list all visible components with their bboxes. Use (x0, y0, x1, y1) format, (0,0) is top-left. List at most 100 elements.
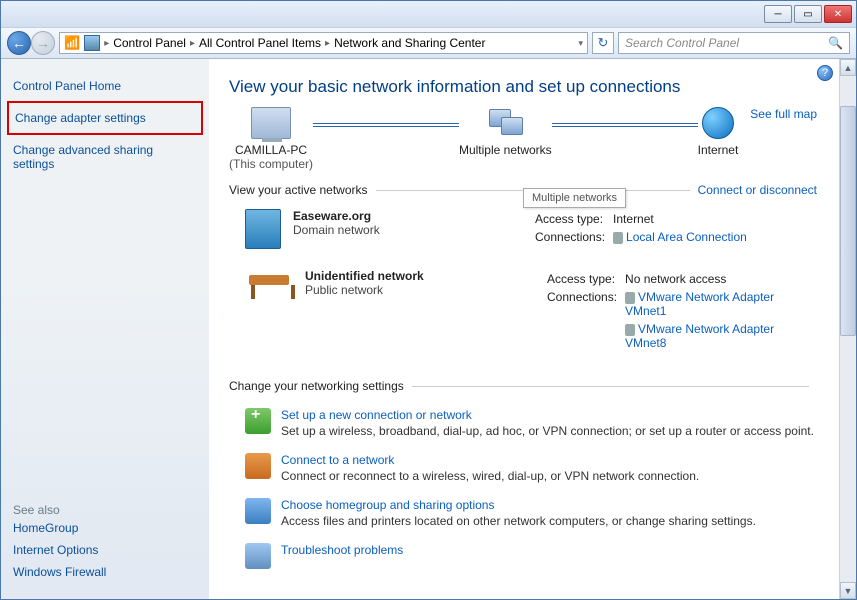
page-title: View your basic network information and … (229, 77, 817, 97)
window: ─ ▭ ✕ ← → 📶 ▸ Control Panel ▸ All Contro… (0, 0, 857, 600)
highlighted-link-box: Change adapter settings (7, 101, 203, 135)
setting-desc: Connect or reconnect to a wireless, wire… (281, 469, 699, 483)
sidebar-internet-options-link[interactable]: Internet Options (13, 539, 197, 561)
homegroup-sharing-icon (245, 498, 271, 524)
connection-link[interactable]: VMware Network Adapter VMnet8 (625, 322, 774, 350)
section-label: Change your networking settings (229, 379, 404, 393)
map-connector (552, 123, 698, 127)
connect-network-icon (245, 453, 271, 479)
tooltip: Multiple networks (523, 188, 626, 208)
connection-link[interactable]: VMware Network Adapter VMnet1 (625, 290, 774, 318)
access-type-value: No network access (625, 271, 815, 287)
network-details: Access type: No network access Connectio… (545, 269, 817, 353)
node-sublabel: (This computer) (229, 157, 313, 171)
change-settings-header: Change your networking settings (229, 379, 817, 393)
settings-list: Set up a new connection or network Set u… (229, 403, 817, 579)
network-details: Access type: Internet Connections: Local… (533, 209, 817, 247)
breadcrumb-sep: ▸ (104, 38, 109, 49)
connections-label: Connections: (535, 229, 611, 245)
setting-item: Choose homegroup and sharing options Acc… (229, 493, 817, 538)
sidebar-homegroup-link[interactable]: HomeGroup (13, 517, 197, 539)
network-info: Unidentified network Public network (305, 269, 545, 297)
scroll-track[interactable] (840, 336, 856, 582)
breadcrumb-sep: ▸ (190, 38, 195, 49)
address-dropdown-icon[interactable]: ▾ (578, 38, 583, 49)
nav-buttons: ← → (7, 31, 55, 55)
map-node-computer[interactable]: CAMILLA-PC (This computer) (229, 107, 313, 171)
search-input[interactable]: Search Control Panel 🔍 (618, 32, 850, 54)
node-label: Internet (698, 143, 739, 157)
network-name: Easeware.org (293, 209, 533, 223)
computer-icon (251, 107, 291, 139)
access-type-label: Access type: (547, 271, 623, 287)
close-button[interactable]: ✕ (824, 5, 852, 23)
setting-link[interactable]: Set up a new connection or network (281, 408, 814, 422)
node-label: Multiple networks (459, 143, 552, 157)
connection-link[interactable]: Local Area Connection (626, 230, 747, 244)
client-area: Control Panel Home Change adapter settin… (1, 59, 856, 599)
access-type-label: Access type: (535, 211, 611, 227)
new-connection-icon (245, 408, 271, 434)
map-node-internet[interactable]: Internet (698, 107, 739, 157)
address-bar[interactable]: 📶 ▸ Control Panel ▸ All Control Panel It… (59, 32, 588, 54)
main-content: ? View your basic network information an… (209, 59, 839, 599)
forward-button[interactable]: → (31, 31, 55, 55)
map-nodes: CAMILLA-PC (This computer) Multiple netw… (229, 107, 738, 171)
map-node-multi[interactable]: Multiple networks (459, 107, 552, 157)
breadcrumb-sep: ▸ (325, 38, 330, 49)
map-connector (313, 123, 459, 127)
control-panel-icon (84, 35, 100, 51)
sidebar-advanced-sharing-link[interactable]: Change advanced sharing settings (13, 139, 197, 175)
network-type: Public network (305, 283, 545, 297)
nic-icon (613, 232, 623, 244)
setting-link[interactable]: Choose homegroup and sharing options (281, 498, 756, 512)
back-button[interactable]: ← (7, 31, 31, 55)
setting-link[interactable]: Troubleshoot problems (281, 543, 403, 557)
setting-item: Connect to a network Connect or reconnec… (229, 448, 817, 493)
network-name: Unidentified network (305, 269, 545, 283)
titlebar: ─ ▭ ✕ (1, 1, 856, 27)
scroll-down-button[interactable]: ▼ (840, 582, 856, 599)
setting-item: Troubleshoot problems (229, 538, 817, 579)
domain-network-icon (245, 209, 281, 249)
nic-icon (625, 292, 635, 304)
setting-link[interactable]: Connect to a network (281, 453, 699, 467)
maximize-button[interactable]: ▭ (794, 5, 822, 23)
help-icon[interactable]: ? (817, 65, 833, 81)
minimize-button[interactable]: ─ (764, 5, 792, 23)
sidebar-change-adapter-link[interactable]: Change adapter settings (15, 107, 195, 129)
section-label: View your active networks (229, 183, 368, 197)
signal-icon: 📶 (64, 35, 80, 51)
node-label: CAMILLA-PC (229, 143, 313, 157)
setting-desc: Access files and printers located on oth… (281, 514, 756, 528)
vertical-scrollbar[interactable]: ▲ ▼ (839, 59, 856, 599)
see-also-label: See also (13, 493, 197, 517)
sidebar-home-link[interactable]: Control Panel Home (13, 75, 197, 97)
navigation-toolbar: ← → 📶 ▸ Control Panel ▸ All Control Pane… (1, 27, 856, 59)
network-row: Unidentified network Public network Acce… (229, 263, 817, 367)
see-full-map-link[interactable]: See full map (738, 107, 817, 121)
section-divider (412, 386, 809, 387)
network-type: Domain network (293, 223, 533, 237)
search-icon: 🔍 (828, 36, 843, 50)
setting-item: Set up a new connection or network Set u… (229, 403, 817, 448)
refresh-button[interactable]: ↻ (592, 32, 614, 54)
globe-icon (702, 107, 734, 139)
breadcrumb-network-center[interactable]: Network and Sharing Center (334, 36, 485, 50)
network-info: Easeware.org Domain network (293, 209, 533, 237)
access-type-value: Internet (613, 211, 753, 227)
search-placeholder: Search Control Panel (625, 36, 739, 50)
breadcrumb-control-panel[interactable]: Control Panel (113, 36, 186, 50)
nic-icon (625, 324, 635, 336)
network-row: Easeware.org Domain network Access type:… (229, 203, 817, 263)
connect-disconnect-link[interactable]: Connect or disconnect (698, 183, 817, 197)
sidebar-firewall-link[interactable]: Windows Firewall (13, 561, 197, 583)
scroll-up-button[interactable]: ▲ (840, 59, 856, 76)
breadcrumb-all-items[interactable]: All Control Panel Items (199, 36, 321, 50)
scroll-thumb[interactable] (840, 106, 856, 336)
setting-desc: Set up a wireless, broadband, dial-up, a… (281, 424, 814, 438)
network-map: CAMILLA-PC (This computer) Multiple netw… (229, 107, 817, 171)
sidebar: Control Panel Home Change adapter settin… (1, 59, 209, 599)
troubleshoot-icon (245, 543, 271, 569)
connections-label: Connections: (547, 289, 623, 319)
